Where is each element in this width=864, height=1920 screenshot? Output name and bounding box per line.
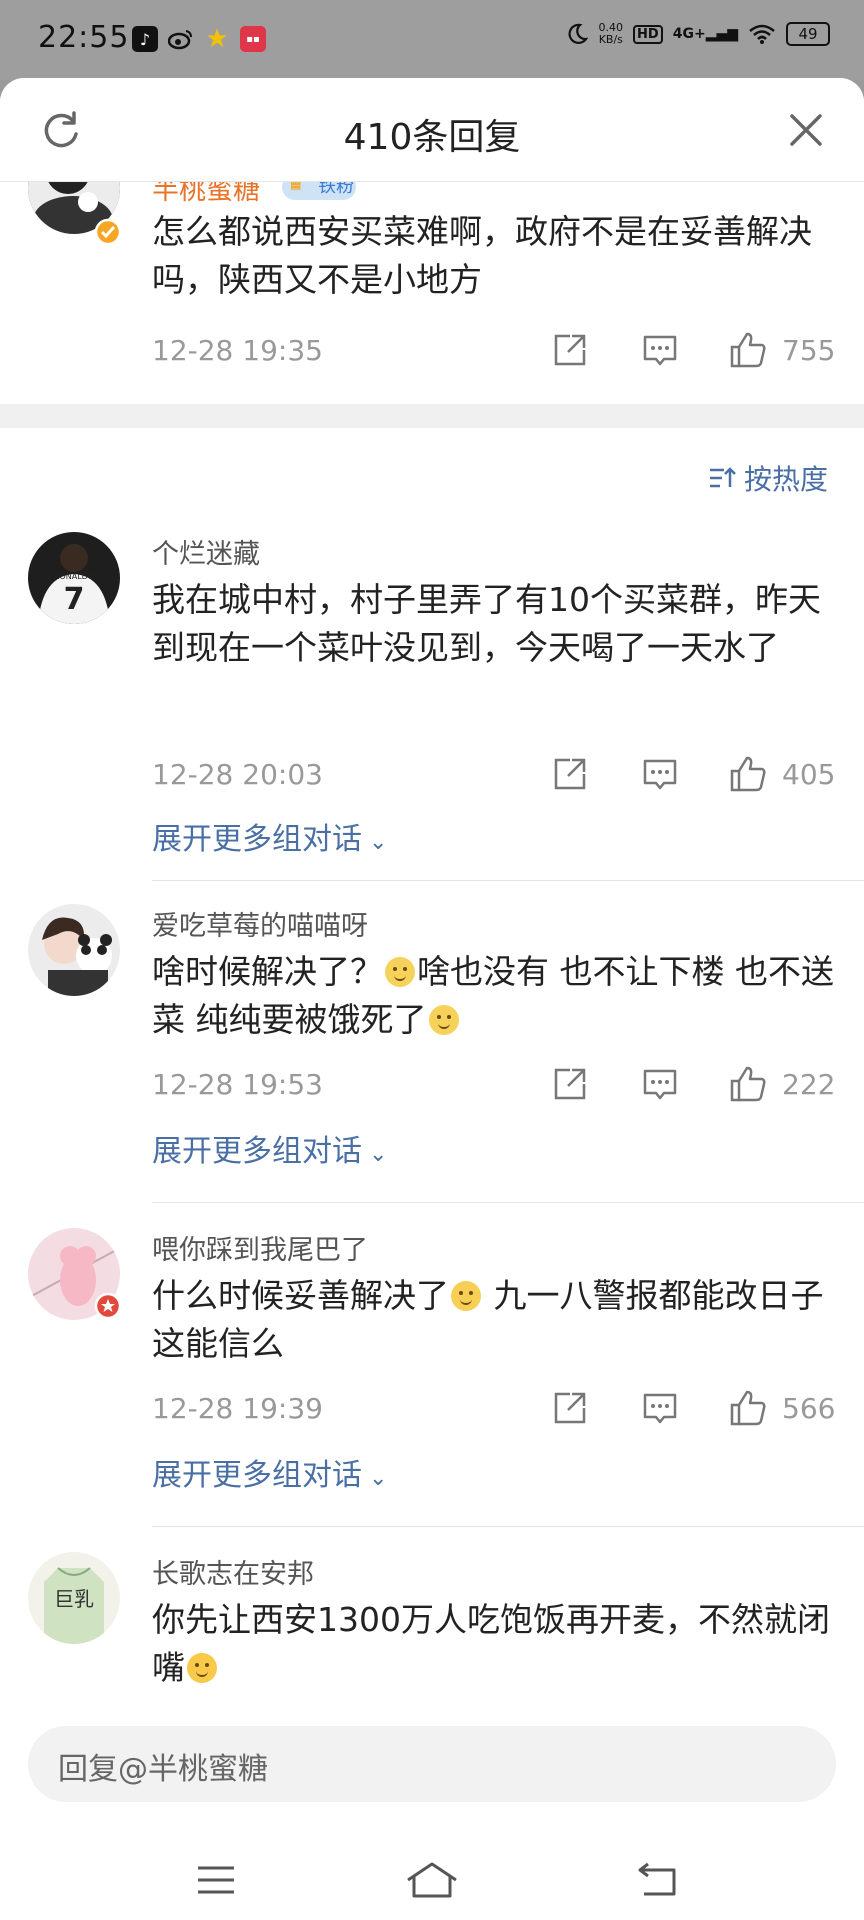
like-count: 566	[782, 1392, 836, 1425]
like-icon[interactable]	[728, 1388, 768, 1428]
reply-input[interactable]: 回复@半桃蜜糖	[28, 1726, 836, 1802]
jersey-name: RONALDO	[53, 572, 95, 581]
chevron-down-icon: ⌄	[362, 830, 388, 855]
wifi-icon	[749, 24, 775, 44]
menu-icon[interactable]	[192, 1858, 240, 1902]
home-icon[interactable]	[404, 1858, 460, 1902]
comment-icon[interactable]	[640, 754, 680, 794]
comment-text: 怎么都说西安买菜难啊，政府不是在妥善解决吗，陕西又不是小地方	[152, 212, 812, 299]
chevron-down-icon: ⌄	[362, 1142, 388, 1167]
username[interactable]: 喂你踩到我尾巴了	[152, 1228, 368, 1267]
signal-icon: 4G+▂▄▆	[672, 26, 738, 42]
sort-label: 按热度	[743, 463, 828, 496]
comment-time: 12-28 20:03	[152, 758, 323, 791]
username[interactable]: 爱吃草莓的喵喵呀	[152, 904, 368, 943]
moon-icon	[568, 23, 588, 44]
expand-conversation-link[interactable]: 展开更多组对话 ⌄	[152, 814, 387, 858]
share-icon[interactable]	[550, 330, 590, 370]
status-indicators: 0.40 KB/s HD 4G+▂▄▆ 49	[565, 22, 830, 46]
sheet-header: 410条回复	[0, 78, 864, 182]
like-count: 755	[782, 334, 836, 367]
header-divider	[0, 181, 864, 182]
expand-conversation-link[interactable]: 展开更多组对话 ⌄	[152, 1126, 387, 1170]
comment-time: 12-28 19:39	[152, 1392, 323, 1425]
username[interactable]: 个烂迷藏	[152, 532, 260, 571]
share-icon[interactable]	[550, 1064, 590, 1104]
comment-time: 12-28 19:35	[152, 334, 323, 367]
comment-meta: 12-28 19:53 222	[152, 1064, 842, 1104]
username[interactable]: 长歌志在安邦	[152, 1552, 314, 1591]
fan-badge: ♛ 铁粉	[282, 182, 356, 200]
hd-badge: HD	[633, 24, 663, 44]
fan-badge-icon: ♛	[286, 182, 306, 196]
smile-emoji-icon	[428, 1005, 459, 1035]
sweat-emoji-icon	[187, 1653, 217, 1683]
back-icon[interactable]	[634, 1858, 682, 1902]
avatar[interactable]: 巨乳	[28, 1552, 120, 1644]
sort-icon	[709, 467, 736, 488]
status-app-icons: ♪ ★ ▪▪	[132, 24, 266, 54]
like-icon[interactable]	[728, 1064, 768, 1104]
status-bar: 22:55 ♪ ★ ▪▪ 0.40 KB/s HD 4G+▂▄▆ 49	[0, 0, 864, 80]
xiaohongshu-icon: ▪▪	[240, 26, 266, 52]
sheet-title: 410条回复	[343, 117, 521, 158]
net-speed: 0.40 KB/s	[598, 21, 624, 46]
jersey-number: 7	[63, 582, 85, 617]
item-divider	[152, 880, 864, 881]
comment-text: 啥时候解决了？ 啥也没有 也不让下楼 也不送菜 纯纯要被饿死了	[152, 952, 834, 1039]
share-icon[interactable]	[550, 1388, 590, 1428]
comment-text: 什么时候妥善解决了 九一八警报都能改日子 这能信么	[152, 1276, 824, 1363]
battery-icon: 49	[786, 22, 830, 46]
replies-sheet: 410条回复 半桃蜜糖 ♛ 铁粉 怎么都说西安买菜难啊，政府不是在妥善解决吗，陕…	[0, 78, 864, 1920]
awkward-emoji-icon	[451, 1281, 481, 1311]
comment-meta: 12-28 19:39 566	[152, 1388, 842, 1428]
like-count: 222	[782, 1068, 836, 1101]
item-divider	[152, 1202, 864, 1203]
star-app-icon: ★	[205, 24, 229, 54]
smile-emoji-icon	[385, 957, 415, 987]
system-nav-bar	[0, 1838, 864, 1920]
comment-icon[interactable]	[640, 1388, 680, 1428]
expand-conversation-link[interactable]: 展开更多组对话 ⌄	[152, 1450, 387, 1494]
comment-meta: 12-28 20:03 405	[152, 754, 842, 794]
comment-icon[interactable]	[640, 1064, 680, 1104]
tiktok-icon: ♪	[132, 26, 158, 52]
avatar[interactable]: 7 RONALDO	[28, 532, 120, 624]
item-divider	[152, 1526, 864, 1527]
close-icon[interactable]	[786, 110, 826, 150]
section-separator	[0, 404, 864, 428]
comment-text: 你先让西安1300万人吃饱饭再开麦，不然就闭嘴	[152, 1600, 830, 1687]
sort-button[interactable]: 按热度	[708, 458, 828, 498]
weibo-icon	[168, 26, 194, 52]
avatar[interactable]	[28, 904, 120, 996]
shirt-text: 巨乳	[54, 1587, 94, 1611]
like-icon[interactable]	[728, 754, 768, 794]
status-time: 22:55	[38, 20, 130, 55]
red-badge-icon	[94, 1292, 122, 1320]
like-icon[interactable]	[728, 330, 768, 370]
chevron-down-icon: ⌄	[362, 1466, 388, 1491]
comment-meta: 12-28 19:35 755	[152, 330, 842, 370]
verified-icon	[94, 218, 122, 246]
like-count: 405	[782, 758, 836, 791]
reply-placeholder: 回复@半桃蜜糖	[58, 1752, 268, 1787]
comment-icon[interactable]	[640, 330, 680, 370]
comment-time: 12-28 19:53	[152, 1068, 323, 1101]
username[interactable]: 半桃蜜糖	[152, 182, 260, 207]
comment-text: 我在城中村，村子里弄了有10个买菜群，昨天到现在一个菜叶没见到，今天喝了一天水了	[152, 580, 821, 667]
comments-list[interactable]: 半桃蜜糖 ♛ 铁粉 怎么都说西安买菜难啊，政府不是在妥善解决吗，陕西又不是小地方…	[0, 182, 864, 1702]
share-icon[interactable]	[550, 754, 590, 794]
